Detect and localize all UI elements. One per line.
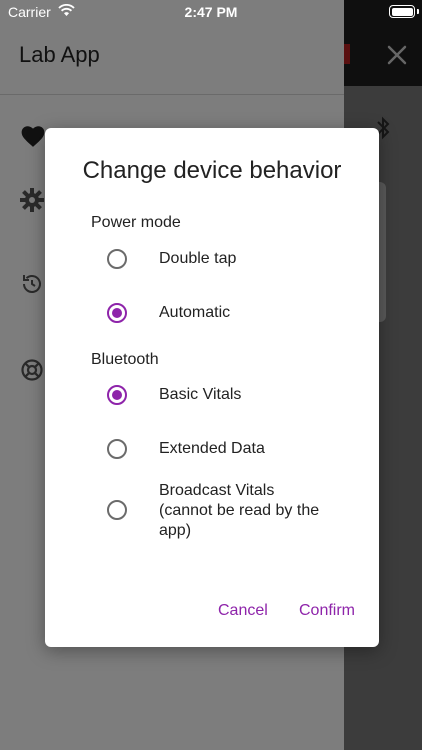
power-mode-label: Power mode	[91, 214, 181, 231]
gear-icon[interactable]	[20, 188, 44, 212]
option-label: Basic Vitals	[159, 386, 242, 403]
option-label: Automatic	[159, 304, 231, 321]
status-time: 2:47 PM	[184, 4, 238, 20]
option-extended-data[interactable]: Extended Data	[105, 430, 379, 470]
cancel-button[interactable]: Cancel	[218, 602, 268, 620]
option-label: Double tap	[159, 250, 237, 267]
battery-tip	[417, 9, 419, 14]
option-label: Broadcast Vitals (cannot be read by the …	[159, 482, 320, 539]
battery-icon	[389, 5, 415, 18]
drawer-divider	[0, 94, 344, 95]
close-icon[interactable]	[384, 42, 410, 68]
radio-basic-vitals[interactable]	[107, 385, 127, 405]
option-label: Extended Data	[159, 440, 265, 457]
support-icon[interactable]	[20, 358, 44, 382]
radio-broadcast-vitals[interactable]	[107, 500, 127, 520]
radio-double-tap[interactable]	[107, 249, 127, 269]
status-bar: Carrier 2:47 PM	[0, 0, 422, 24]
device-behavior-dialog: Change device behavior Power mode Double…	[45, 128, 379, 647]
option-double-tap[interactable]: Double tap	[105, 239, 379, 279]
drawer-title: Lab App	[19, 42, 100, 67]
radio-extended-data[interactable]	[107, 439, 127, 459]
option-automatic[interactable]: Automatic	[105, 293, 379, 333]
history-icon[interactable]	[20, 272, 44, 296]
radio-automatic[interactable]	[107, 303, 127, 323]
heart-icon[interactable]	[20, 124, 46, 148]
option-broadcast-vitals[interactable]: Broadcast Vitals (cannot be read by the …	[105, 481, 379, 541]
bluetooth-label: Bluetooth	[91, 351, 159, 368]
confirm-button[interactable]: Confirm	[299, 602, 355, 620]
dialog-title: Change device behavior	[82, 157, 342, 184]
option-basic-vitals[interactable]: Basic Vitals	[105, 376, 379, 416]
